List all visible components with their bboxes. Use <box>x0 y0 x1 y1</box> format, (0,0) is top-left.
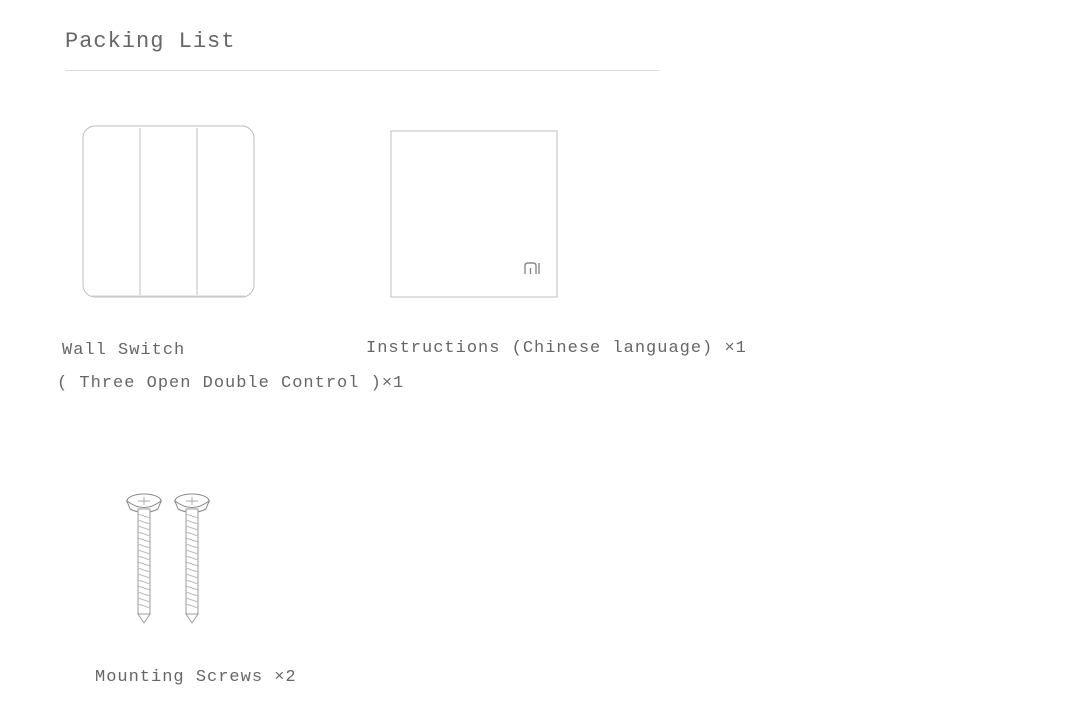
mounting-screws-illustration <box>122 492 214 632</box>
mounting-screws-label: Mounting Screws ×2 <box>95 668 297 687</box>
wall-switch-sublabel: ( Three Open Double Control )×1 <box>57 374 404 393</box>
divider <box>65 70 659 71</box>
instructions-illustration <box>390 130 558 303</box>
page-title: Packing List <box>65 29 235 54</box>
wall-switch-label: Wall Switch <box>62 341 185 360</box>
instructions-label: Instructions (Chinese language) ×1 <box>366 339 747 358</box>
wall-switch-illustration <box>82 125 255 303</box>
